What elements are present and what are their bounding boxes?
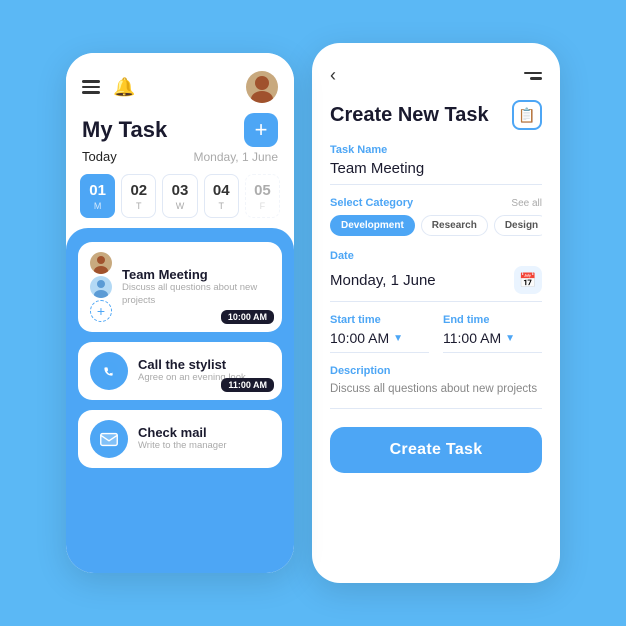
task-name: Call the stylist <box>138 357 270 372</box>
date-row: Monday, 1 June 📅 <box>330 266 542 302</box>
day-number: 01 <box>89 182 106 199</box>
day-letter: W <box>176 201 185 211</box>
current-date: Monday, 1 June <box>194 150 279 164</box>
chevron-down-icon: ▼ <box>393 333 403 344</box>
day-number: 02 <box>130 182 147 199</box>
title-row: My Task + <box>82 113 278 147</box>
task-card-check-mail[interactable]: Check mail Write to the manager <box>78 410 282 468</box>
top-bar: 🔔 <box>82 71 278 103</box>
add-button[interactable]: + <box>244 113 278 147</box>
day-number: 04 <box>213 182 230 199</box>
time-row: Start time 10:00 AM ▼ End time 11:00 AM … <box>330 314 542 353</box>
calendar-strip: 01 M 02 T 03 W 04 T 05 F <box>66 174 294 228</box>
menu-icon[interactable] <box>524 72 542 80</box>
end-time-label: End time <box>443 314 542 326</box>
description-label: Description <box>330 365 542 377</box>
screen2-create-task: ‹ Create New Task 📋 Task Name Team Meeti… <box>312 43 560 583</box>
chip-design[interactable]: Design <box>494 215 542 236</box>
screen1-title: My Task <box>82 117 167 143</box>
start-time-value: 10:00 AM <box>330 330 389 346</box>
category-label: Select Category <box>330 197 413 209</box>
avatar-1 <box>90 252 112 274</box>
avatar-2 <box>90 276 112 298</box>
day-letter: M <box>94 201 102 211</box>
back-button[interactable]: ‹ <box>330 65 336 86</box>
calendar-day-2[interactable]: 02 T <box>121 174 156 218</box>
date-label: Date <box>330 250 542 262</box>
day-letter: T <box>136 201 142 211</box>
clipboard-icon: 📋 <box>512 100 542 130</box>
start-time-block: Start time 10:00 AM ▼ <box>330 314 429 353</box>
task-name-field[interactable]: Team Meeting <box>330 160 542 185</box>
screen1-my-task: 🔔 My Task + Today Monday, 1 June <box>66 53 294 573</box>
task-avatars: + <box>90 252 112 322</box>
task-info: Check mail Write to the manager <box>138 425 270 452</box>
task-card-call-stylist[interactable]: Call the stylist Agree on an evening loo… <box>78 342 282 400</box>
calendar-day-3[interactable]: 03 W <box>162 174 197 218</box>
today-label: Today <box>82 149 117 164</box>
screen2-top-bar: ‹ <box>330 65 542 86</box>
mail-icon <box>98 428 120 450</box>
calendar-day-1[interactable]: 01 M <box>80 174 115 218</box>
avatar[interactable] <box>246 71 278 103</box>
see-all-link[interactable]: See all <box>511 198 542 209</box>
end-time-field[interactable]: 11:00 AM ▼ <box>443 330 542 353</box>
task-time: 10:00 AM <box>221 310 274 324</box>
day-number: 03 <box>172 182 189 199</box>
end-time-block: End time 11:00 AM ▼ <box>443 314 542 353</box>
avatar-add[interactable]: + <box>90 300 112 322</box>
hamburger-icon[interactable] <box>82 80 100 94</box>
create-task-button[interactable]: Create Task <box>330 427 542 473</box>
date-value[interactable]: Monday, 1 June <box>330 272 436 289</box>
day-letter: T <box>218 201 224 211</box>
task-card-team-meeting[interactable]: + Team Meeting Discuss all questions abo… <box>78 242 282 332</box>
calendar-icon[interactable]: 📅 <box>514 266 542 294</box>
start-time-label: Start time <box>330 314 429 326</box>
start-time-field[interactable]: 10:00 AM ▼ <box>330 330 429 353</box>
chip-development[interactable]: Development <box>330 215 415 236</box>
calendar-day-4[interactable]: 04 T <box>204 174 239 218</box>
mail-icon-wrap <box>90 420 128 458</box>
task-time: 11:00 AM <box>221 378 274 392</box>
task-desc: Write to the manager <box>138 440 270 452</box>
end-time-value: 11:00 AM <box>443 330 501 346</box>
description-value[interactable]: Discuss all questions about new projects <box>330 381 542 409</box>
screens-container: 🔔 My Task + Today Monday, 1 June <box>66 43 560 583</box>
phone-icon-wrap <box>90 352 128 390</box>
task-name: Check mail <box>138 425 270 440</box>
day-number: 05 <box>254 182 271 199</box>
task-desc: Discuss all questions about new projects <box>122 282 270 307</box>
calendar-day-5[interactable]: 05 F <box>245 174 280 218</box>
task-name: Team Meeting <box>122 267 270 282</box>
screen2-title: Create New Task 📋 <box>330 100 542 130</box>
date-row: Today Monday, 1 June <box>82 149 278 164</box>
category-chips: Development Research Design Backend <box>330 215 542 236</box>
bell-icon[interactable]: 🔔 <box>113 77 135 98</box>
category-header: Select Category See all <box>330 197 542 209</box>
day-letter: F <box>260 201 266 211</box>
chevron-down-icon: ▼ <box>505 333 515 344</box>
phone-icon <box>98 360 120 382</box>
chip-research[interactable]: Research <box>421 215 488 236</box>
tasks-section: + Team Meeting Discuss all questions abo… <box>66 228 294 573</box>
task-info: Team Meeting Discuss all questions about… <box>122 267 270 307</box>
screen1-header: 🔔 My Task + Today Monday, 1 June <box>66 53 294 174</box>
task-name-label: Task Name <box>330 144 542 156</box>
